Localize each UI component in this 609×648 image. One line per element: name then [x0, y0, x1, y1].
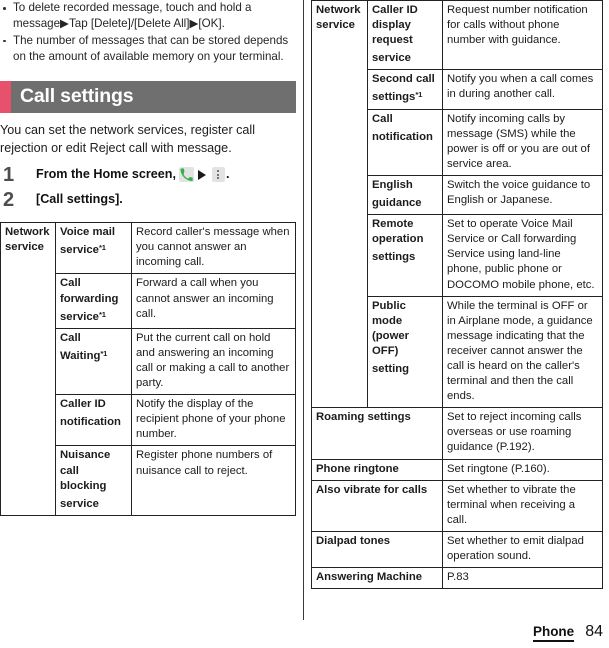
- setting-name-cell: Remote operation settings: [367, 214, 443, 297]
- setting-desc-cell: P.83: [442, 567, 603, 590]
- note-text: The number of messages that can be store…: [13, 33, 289, 63]
- notes-list: To delete recorded message, touch and ho…: [0, 0, 296, 65]
- table-row: Roaming settings Set to reject incoming …: [311, 407, 603, 460]
- document-page: To delete recorded message, touch and ho…: [0, 0, 609, 648]
- step-text: [Call settings].: [36, 190, 123, 209]
- left-column: To delete recorded message, touch and ho…: [0, 0, 296, 516]
- setting-desc-cell: Request number notification for calls wi…: [442, 0, 603, 71]
- section-header: Call settings: [0, 81, 296, 114]
- setting-desc-cell: Set whether to vibrate the terminal when…: [442, 479, 603, 532]
- left-settings-table: Network service Voice mail service*1 Rec…: [0, 222, 296, 516]
- setting-name-cell: Caller ID notification: [55, 394, 132, 447]
- note-text: To delete recorded message, touch and ho…: [13, 1, 252, 31]
- right-column: Network service Caller ID display reques…: [311, 0, 603, 590]
- section-accent-bar: [0, 81, 11, 114]
- table-row: Phone ringtone Set ringtone (P.160).: [311, 458, 603, 481]
- bullet-dot-icon: [3, 39, 6, 43]
- setting-name-cell: Nuisance call blocking service: [55, 445, 132, 516]
- setting-name-cell: Call notification: [367, 108, 443, 176]
- setting-name: Remote operation settings: [372, 218, 424, 264]
- setting-name-cell: Caller ID display request service: [367, 0, 443, 71]
- overflow-menu-icon: [211, 167, 225, 183]
- setting-name-cell: Call forwarding service*1: [55, 273, 132, 329]
- setting-desc-cell: Notify incoming calls by message (SMS) w…: [442, 108, 603, 176]
- list-item: To delete recorded message, touch and ho…: [0, 0, 296, 33]
- step-number: 2: [3, 189, 15, 212]
- table-row: Network service Caller ID display reques…: [311, 0, 603, 409]
- page-footer: Phone 84: [532, 623, 603, 642]
- column-divider: [303, 0, 304, 620]
- setting-name: Caller ID display request service: [372, 4, 418, 65]
- setting-name-cell: Also vibrate for calls: [311, 479, 443, 532]
- section-intro: You can set the network services, regist…: [0, 123, 256, 155]
- setting-name: Call forwarding service: [60, 277, 119, 323]
- setting-name-cell: Public mode (power OFF) setting: [367, 295, 443, 409]
- table-row: Also vibrate for calls Set whether to vi…: [311, 479, 603, 532]
- setting-desc-cell: While the terminal is OFF or in Airplane…: [442, 295, 603, 409]
- footer-page-number: 84: [585, 623, 603, 640]
- footnote-marker: *1: [415, 90, 423, 100]
- page-title: Call settings: [20, 85, 134, 108]
- setting-name-cell: Call Waiting*1: [55, 327, 132, 396]
- setting-desc-cell: Set ringtone (P.160).: [442, 458, 603, 481]
- right-settings-table: Network service Caller ID display reques…: [311, 0, 603, 590]
- setting-desc-cell: Notify the display of the recipient phon…: [131, 394, 296, 447]
- setting-desc-cell: Notify you when a call comes in during a…: [442, 69, 603, 110]
- list-item: The number of messages that can be store…: [0, 33, 296, 66]
- setting-desc-cell: Set to reject incoming calls overseas or…: [442, 407, 603, 460]
- step-1: 1 From the Home screen, .: [0, 165, 296, 187]
- setting-desc-cell: Put the current call on hold and answeri…: [131, 327, 296, 396]
- table-row: Dialpad tones Set whether to emit dialpa…: [311, 530, 603, 569]
- footnote-marker: *1: [98, 243, 106, 253]
- footer-chapter: Phone: [532, 624, 575, 642]
- setting-name-cell: Dialpad tones: [311, 530, 443, 569]
- table-row: Answering Machine P.83: [311, 567, 603, 590]
- setting-name: Public mode (power OFF) setting: [372, 299, 410, 375]
- step-2: 2 [Call settings].: [0, 190, 296, 212]
- setting-desc-cell: Set to operate Voice Mail Service or Cal…: [442, 214, 603, 297]
- bullet-dot-icon: [3, 7, 6, 10]
- section-title-band: Call settings: [11, 81, 296, 114]
- setting-desc-cell: Register phone numbers of nuisance call …: [131, 445, 296, 516]
- steps-list: 1 From the Home screen, . 2 [Call settin…: [0, 165, 296, 212]
- setting-name: Call notification: [372, 112, 433, 143]
- setting-name: Voice mail service: [60, 226, 116, 257]
- step-text-before: [Call settings].: [36, 192, 123, 207]
- group-label-cell: Network service: [0, 222, 56, 516]
- step-number: 1: [3, 164, 15, 187]
- step-text: From the Home screen, .: [36, 165, 229, 184]
- setting-desc-cell: Set whether to emit dialpad operation so…: [442, 530, 603, 569]
- phone-icon: [178, 167, 194, 183]
- setting-name-cell: Answering Machine: [311, 567, 443, 590]
- group-label-cell: Network service: [311, 0, 368, 409]
- setting-name: Second call settings: [372, 73, 435, 104]
- setting-name: Caller ID notification: [60, 398, 121, 429]
- setting-name-cell: Phone ringtone: [311, 458, 443, 481]
- setting-name-cell: Second call settings*1: [367, 69, 443, 110]
- footnote-marker: *1: [100, 348, 108, 358]
- table-row: Network service Voice mail service*1 Rec…: [0, 222, 296, 516]
- setting-name: Call Waiting: [60, 331, 101, 362]
- setting-name-cell: English guidance: [367, 174, 443, 216]
- step-text-after: .: [225, 167, 230, 182]
- setting-name-cell: Roaming settings: [311, 407, 443, 460]
- step-text-before: From the Home screen,: [36, 167, 176, 182]
- setting-name-cell: Voice mail service*1: [55, 222, 132, 275]
- setting-name: Nuisance call blocking service: [60, 449, 111, 510]
- arrow-right-icon: [197, 169, 206, 180]
- setting-desc-cell: Switch the voice guidance to English or …: [442, 174, 603, 216]
- setting-desc-cell: Forward a call when you cannot answer an…: [131, 273, 296, 329]
- setting-name: English guidance: [372, 178, 422, 210]
- setting-desc-cell: Record caller's message when you cannot …: [131, 222, 296, 275]
- footnote-marker: *1: [98, 309, 106, 319]
